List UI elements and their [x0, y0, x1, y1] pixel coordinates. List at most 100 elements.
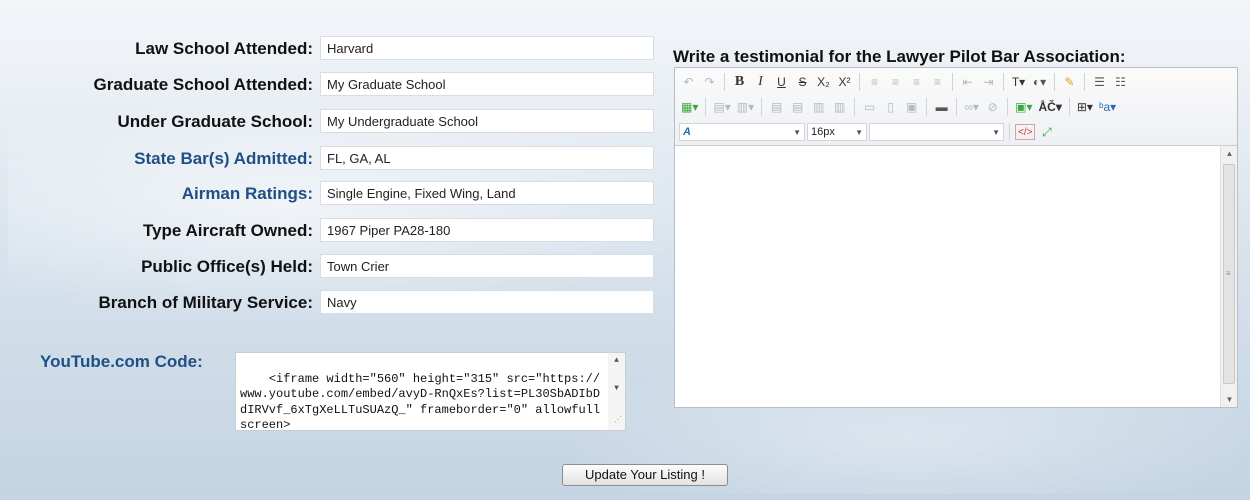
editor-scrollbar[interactable]: ▲ ≡ ▼	[1220, 146, 1237, 407]
graduate-school-input[interactable]	[320, 72, 654, 96]
unlink-icon[interactable]: ⊘	[983, 97, 1002, 117]
scroll-grip-icon: ≡	[1226, 269, 1231, 278]
scroll-up-arrow-icon[interactable]: ▲	[1221, 149, 1238, 158]
public-office-label: Public Office(s) Held:	[141, 257, 313, 276]
highlight-color-icon[interactable]: ◐▾	[1030, 72, 1049, 92]
undergraduate-school-input[interactable]	[320, 109, 654, 133]
outdent-icon[interactable]: ⇤	[958, 72, 977, 92]
numbered-list-icon[interactable]: ☷	[1111, 72, 1130, 92]
field-row-military-branch: Branch of Military Service:	[8, 290, 658, 314]
undo-icon[interactable]: ↶	[679, 72, 698, 92]
toolbar-separator	[1009, 123, 1010, 141]
law-school-label: Law School Attended:	[135, 39, 313, 58]
font-color-icon[interactable]: T▾	[1009, 72, 1028, 92]
resize-grip-icon[interactable]: ⋰	[614, 413, 622, 429]
insert-column-left-icon[interactable]: ▥	[809, 97, 828, 117]
military-branch-input[interactable]	[320, 290, 654, 314]
clear-formatting-icon[interactable]: ✎	[1060, 72, 1079, 92]
state-bar-input[interactable]	[320, 146, 654, 170]
delete-column-icon[interactable]: ▯	[881, 97, 900, 117]
scroll-down-arrow-icon[interactable]: ▼	[1221, 395, 1238, 404]
align-justify-icon[interactable]: ≡	[928, 72, 947, 92]
youtube-code-text: <iframe width="560" height="315" src="ht…	[240, 371, 601, 431]
font-size-select[interactable]: 16px ▼	[807, 123, 867, 141]
indent-icon[interactable]: ⇥	[979, 72, 998, 92]
font-family-select[interactable]: A ▼	[679, 123, 805, 141]
delete-table-icon[interactable]: ▣	[902, 97, 921, 117]
toolbar-separator	[1007, 98, 1009, 116]
editor-scroll-thumb[interactable]: ≡	[1223, 164, 1235, 384]
toolbar-row-1: ↶ ↷ B I U S X₂ X² ≡ ≡ ≡ ≡ ⇤ ⇥ T▾ ◐▾ ✎ ☰ …	[679, 71, 1130, 93]
toolbar-separator	[854, 98, 856, 116]
bold-icon[interactable]: B	[730, 72, 749, 92]
toolbar-separator	[1084, 73, 1085, 91]
testimonial-title: Write a testimonial for the Lawyer Pilot…	[673, 47, 1126, 66]
undergraduate-school-label: Under Graduate School:	[117, 112, 313, 131]
editor-toolbar: ↶ ↷ B I U S X₂ X² ≡ ≡ ≡ ≡ ⇤ ⇥ T▾ ◐▾ ✎ ☰ …	[675, 68, 1237, 146]
field-row-airman-ratings: Airman Ratings:	[8, 181, 658, 205]
airman-ratings-input[interactable]	[320, 181, 654, 205]
dropdown-arrow-icon: ▼	[793, 127, 801, 137]
align-center-icon[interactable]: ≡	[886, 72, 905, 92]
superscript-icon[interactable]: X²	[835, 72, 854, 92]
insert-row-below-icon[interactable]: ▤	[788, 97, 807, 117]
airman-ratings-label: Airman Ratings:	[181, 184, 313, 203]
testimonial-edit-area[interactable]: ▲ ≡ ▼	[675, 146, 1237, 407]
law-school-input[interactable]	[320, 36, 654, 60]
toolbar-separator	[761, 98, 763, 116]
public-office-input[interactable]	[320, 254, 654, 278]
toolbar-separator	[1003, 73, 1004, 91]
align-right-icon[interactable]: ≡	[907, 72, 926, 92]
font-size-value: 16px	[811, 126, 835, 138]
aircraft-owned-input[interactable]	[320, 218, 654, 242]
special-characters-icon[interactable]: ÅČ▾	[1037, 97, 1064, 117]
field-row-state-bar: State Bar(s) Admitted:	[8, 146, 658, 170]
subscript-icon[interactable]: X₂	[814, 72, 833, 92]
military-branch-label: Branch of Military Service:	[98, 293, 313, 312]
toolbar-row-3: A ▼ 16px ▼ ▼ </> ⤢	[679, 121, 1056, 143]
html-source-icon[interactable]: </>	[1015, 124, 1036, 140]
toolbar-separator	[952, 73, 953, 91]
field-row-undergraduate-school: Under Graduate School:	[8, 109, 658, 133]
scroll-up-arrow-icon[interactable]: ▲	[608, 353, 625, 369]
state-bar-label: State Bar(s) Admitted:	[134, 149, 313, 168]
youtube-code-label: YouTube.com Code:	[40, 352, 203, 371]
scroll-down-arrow-icon[interactable]: ▼	[608, 381, 625, 397]
listing-form-panel: Law School Attended: Graduate School Att…	[8, 8, 1242, 494]
cell-properties-icon[interactable]: ▥▾	[735, 97, 756, 117]
table-properties-icon[interactable]: ▤▾	[711, 97, 732, 117]
graduate-school-label: Graduate School Attended:	[93, 75, 313, 94]
delete-row-icon[interactable]: ▭	[860, 97, 879, 117]
toolbar-separator	[926, 98, 928, 116]
redo-icon[interactable]: ↷	[700, 72, 719, 92]
insert-image-icon[interactable]: ▣▾	[1013, 97, 1034, 117]
align-left-icon[interactable]: ≡	[865, 72, 884, 92]
toolbar-row-2: ▦▾ ▤▾ ▥▾ ▤ ▤ ▥ ▥ ▭ ▯ ▣ ▬ ∞▾ ⊘ ▣▾ ÅČ▾ ⊞▾ …	[679, 96, 1118, 118]
bullet-list-icon[interactable]: ☰	[1090, 72, 1109, 92]
insert-row-above-icon[interactable]: ▤	[767, 97, 786, 117]
insert-link-icon[interactable]: ∞▾	[962, 97, 981, 117]
underline-icon[interactable]: U	[772, 72, 791, 92]
font-icon: A	[683, 126, 691, 138]
paragraph-format-select[interactable]: ▼	[869, 123, 1004, 141]
youtube-code-textarea[interactable]: <iframe width="560" height="315" src="ht…	[235, 352, 626, 431]
aircraft-owned-label: Type Aircraft Owned:	[142, 221, 313, 240]
italic-icon[interactable]: I	[751, 72, 770, 92]
toolbar-separator	[859, 73, 860, 91]
update-listing-button[interactable]: Update Your Listing !	[562, 464, 728, 486]
dropdown-arrow-icon: ▼	[992, 127, 1000, 137]
field-row-public-office: Public Office(s) Held:	[8, 254, 658, 278]
insert-table-icon[interactable]: ▦▾	[679, 97, 700, 117]
dropdown-arrow-icon: ▼	[855, 127, 863, 137]
toolbar-separator	[705, 98, 707, 116]
field-row-aircraft-owned: Type Aircraft Owned:	[8, 218, 658, 242]
find-replace-icon[interactable]: ⊞▾	[1075, 97, 1095, 117]
spellcheck-icon[interactable]: ᵇa▾	[1097, 97, 1118, 117]
toolbar-separator	[1054, 73, 1055, 91]
insert-column-right-icon[interactable]: ▥	[830, 97, 849, 117]
strikethrough-icon[interactable]: S	[793, 72, 812, 92]
toolbar-separator	[956, 98, 958, 116]
fullscreen-icon[interactable]: ⤢	[1037, 122, 1056, 142]
field-row-law-school: Law School Attended:	[8, 36, 658, 60]
horizontal-rule-icon[interactable]: ▬	[932, 97, 951, 117]
